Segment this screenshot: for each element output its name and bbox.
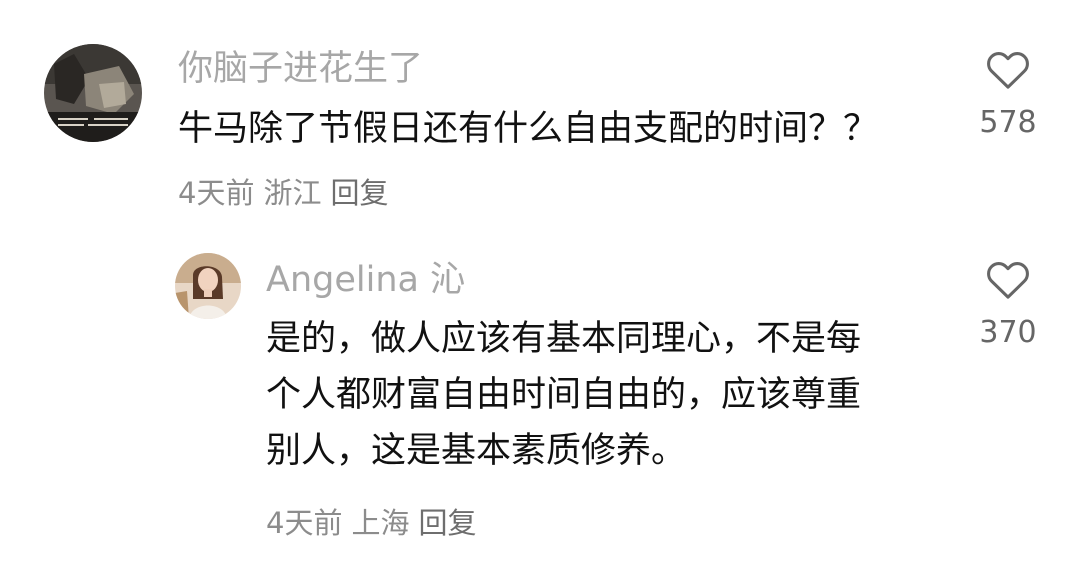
reply-location: 上海 [351, 506, 410, 540]
reply-meta: 4天前 上海 回复 [266, 506, 485, 540]
comment-location: 浙江 [263, 176, 322, 210]
comment-text: 牛马除了节假日还有什么自由支配的时间？？ [178, 109, 879, 149]
reply-text-line: 别人，这是基本素质修养。 [266, 431, 687, 471]
reply-avatar[interactable] [175, 253, 241, 319]
reply-text-line: 个人都财富自由时间自由的，应该尊重 [266, 375, 862, 415]
commenter-username[interactable]: 你脑子进花生了 [178, 49, 423, 89]
like-count: 578 [979, 105, 1037, 140]
comment-time: 4天前 [178, 176, 255, 210]
reply-text: 是的，做人应该有基本同理心，不是每 个人都财富自由时间自由的，应该尊重 别人，这… [266, 311, 916, 479]
heart-outline-icon [987, 262, 1029, 299]
comment-thread: 你脑子进花生了 牛马除了节假日还有什么自由支配的时间？？ 4天前 浙江 回复 578… [0, 0, 1080, 568]
reply-time: 4天前 [266, 506, 343, 540]
like-count: 370 [979, 315, 1037, 350]
reply-username[interactable]: Angelina 沁 [266, 260, 465, 300]
comment-meta: 4天前 浙江 回复 [178, 176, 397, 210]
reply-button[interactable]: 回复 [418, 506, 476, 540]
commenter-avatar[interactable] [44, 44, 142, 142]
dark-photo-avatar-image [44, 44, 142, 142]
reply-text-line: 是的，做人应该有基本同理心，不是每 [266, 319, 862, 359]
woman-photo-avatar-image [175, 253, 241, 319]
like-button[interactable]: 370 [968, 258, 1048, 350]
heart-outline-icon [987, 52, 1029, 89]
like-button[interactable]: 578 [968, 48, 1048, 140]
reply-button[interactable]: 回复 [330, 176, 388, 210]
